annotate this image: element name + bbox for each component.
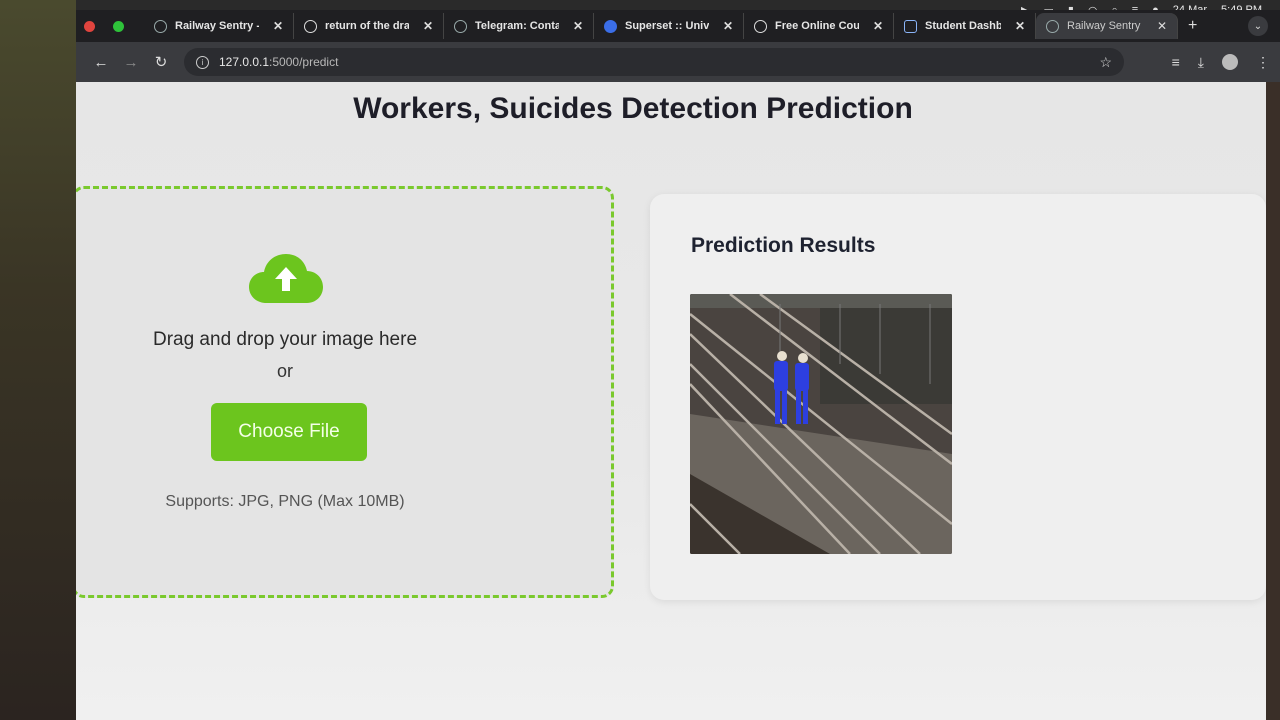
toolbar-right-icons: ≡ ⤓ ⋮ — [1172, 54, 1270, 71]
tab-superset[interactable]: Superset :: Univers ✕ — [594, 13, 744, 39]
url-host: 127.0.0.1 — [219, 55, 270, 69]
google-icon — [754, 19, 767, 33]
reload-icon[interactable]: ↻ — [146, 53, 176, 71]
result-image — [690, 294, 952, 554]
drag-drop-text: Drag and drop your image here — [152, 329, 418, 350]
railway-workers-photo — [690, 294, 952, 554]
menu-kebab-icon[interactable]: ⋮ — [1256, 54, 1270, 71]
tab-search-icon[interactable]: ⌄ — [1248, 16, 1268, 36]
back-icon[interactable]: ← — [86, 54, 116, 71]
maximize-window-icon[interactable] — [113, 20, 124, 32]
results-title: Prediction Results — [691, 234, 876, 257]
close-tab-icon[interactable]: ✕ — [867, 19, 883, 33]
globe-icon — [454, 19, 467, 33]
download-icon[interactable]: ⤓ — [1198, 54, 1204, 71]
close-tab-icon[interactable]: ✕ — [567, 19, 583, 33]
tab-railway-sentry[interactable]: Railway Sentry - Pr ✕ — [144, 13, 294, 39]
close-tab-icon[interactable]: ✕ — [267, 19, 283, 33]
globe-icon — [1046, 19, 1059, 33]
tab-student-dashboard[interactable]: Student Dashboard ✕ — [894, 13, 1036, 39]
cloud-upload-icon — [249, 254, 323, 303]
prediction-results-card: Prediction Results — [650, 194, 1266, 600]
supported-formats-text: Supports: JPG, PNG (Max 10MB) — [165, 493, 405, 510]
browser-toolbar: ← → ↻ i 127.0.0.1:5000/predict ☆ ≡ ⤓ ⋮ — [76, 42, 1280, 82]
forward-icon[interactable]: → — [116, 54, 146, 71]
photo-edge-left — [0, 0, 76, 720]
google-icon — [304, 19, 317, 33]
url-path: :5000/predict — [269, 55, 339, 69]
tab-railway-sentry-active[interactable]: Railway Sentry - Pr ✕ — [1036, 13, 1178, 39]
page-icon — [904, 19, 917, 33]
site-info-icon[interactable]: i — [196, 55, 209, 69]
tab-return-of-the-dragon[interactable]: return of the drago ✕ — [294, 13, 444, 39]
close-tab-icon[interactable]: ✕ — [1151, 19, 1167, 33]
or-text: or — [276, 361, 293, 381]
address-bar[interactable]: i 127.0.0.1:5000/predict ☆ — [184, 48, 1124, 76]
choose-file-button[interactable]: Choose File — [211, 403, 367, 461]
window-controls — [76, 20, 144, 32]
reading-list-icon[interactable]: ≡ — [1172, 54, 1180, 70]
new-tab-icon[interactable]: + — [1178, 17, 1207, 35]
close-tab-icon[interactable]: ✕ — [1009, 19, 1025, 33]
bookmark-star-icon[interactable]: ☆ — [1099, 54, 1112, 71]
profile-avatar-icon[interactable] — [1222, 54, 1238, 70]
superset-icon — [604, 19, 617, 33]
close-tab-icon[interactable]: ✕ — [417, 19, 433, 33]
page-viewport: Workers, Suicides Detection Prediction D… — [76, 82, 1266, 720]
page-title: Workers, Suicides Detection Prediction — [353, 92, 913, 125]
tab-free-online-course[interactable]: Free Online Course ✕ — [744, 13, 894, 39]
close-tab-icon[interactable]: ✕ — [717, 19, 733, 33]
close-window-icon[interactable] — [84, 20, 95, 32]
upload-dropzone[interactable]: Drag and drop your image here or Choose … — [76, 186, 614, 598]
globe-icon — [154, 19, 167, 33]
browser-tabstrip: Railway Sentry - Pr ✕ return of the drag… — [76, 10, 1280, 42]
tab-telegram[interactable]: Telegram: Contact ✕ — [444, 13, 594, 39]
